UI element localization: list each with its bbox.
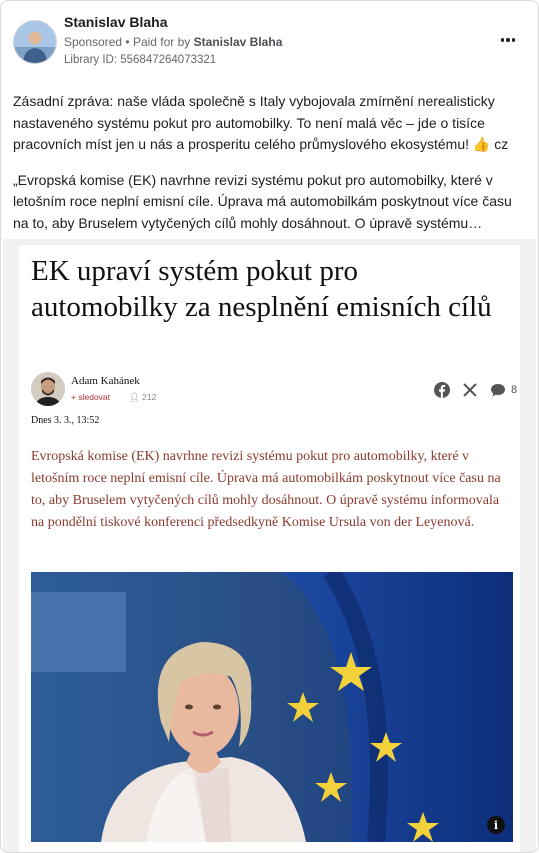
article-photo: i — [31, 572, 513, 842]
facebook-icon[interactable] — [433, 381, 451, 399]
post-media[interactable]: EK upraví systém pokut pro automobilky z… — [3, 239, 536, 852]
comment-icon[interactable] — [489, 381, 507, 399]
library-id: Library ID: 556847264073321 — [64, 54, 217, 66]
article-lead: Evropská komise (EK) navrhne revizi syst… — [31, 449, 501, 530]
person-icon: 👤︎ — [129, 392, 140, 402]
article-author-name[interactable]: Adam Kahánek — [71, 375, 140, 387]
post-author-name[interactable]: Stanislav Blaha — [64, 14, 168, 30]
sponsored-label: Sponsored — [64, 35, 123, 49]
meta-separator: • — [125, 35, 130, 49]
follow-link[interactable]: + sledovat — [71, 392, 110, 402]
sponsored-meta: Sponsored • Paid for by Stanislav Blaha — [64, 35, 282, 49]
article-date: Dnes 3. 3., 13:52 — [31, 415, 100, 426]
post-paragraph-1: Zásadní zpráva: naše vláda společně s It… — [13, 93, 509, 152]
payer-name[interactable]: Stanislav Blaha — [194, 35, 283, 49]
post-paragraph-2: „Evropská komise (EK) navrhne revizi sys… — [13, 171, 512, 231]
article-author-photo — [31, 372, 65, 406]
comments-count: 8 — [511, 384, 518, 396]
x-icon[interactable] — [461, 381, 479, 399]
more-options-icon[interactable] — [497, 31, 519, 49]
followers-count: 👤︎ 212 — [129, 392, 156, 403]
share-toolbar: 8 — [433, 381, 517, 399]
author-avatar[interactable] — [13, 20, 57, 64]
article-screenshot: EK upraví systém pokut pro automobilky z… — [19, 245, 520, 852]
followers-value: 212 — [142, 392, 157, 402]
article-headline: EK upraví systém pokut pro automobilky z… — [31, 255, 492, 323]
info-icon[interactable]: i — [487, 816, 505, 834]
paid-for-label: Paid for by — [132, 35, 191, 49]
post-body: Zásadní zpráva: naše vláda společně s It… — [13, 91, 528, 248]
sponsored-post-card: Stanislav Blaha Sponsored • Paid for by … — [0, 0, 539, 853]
